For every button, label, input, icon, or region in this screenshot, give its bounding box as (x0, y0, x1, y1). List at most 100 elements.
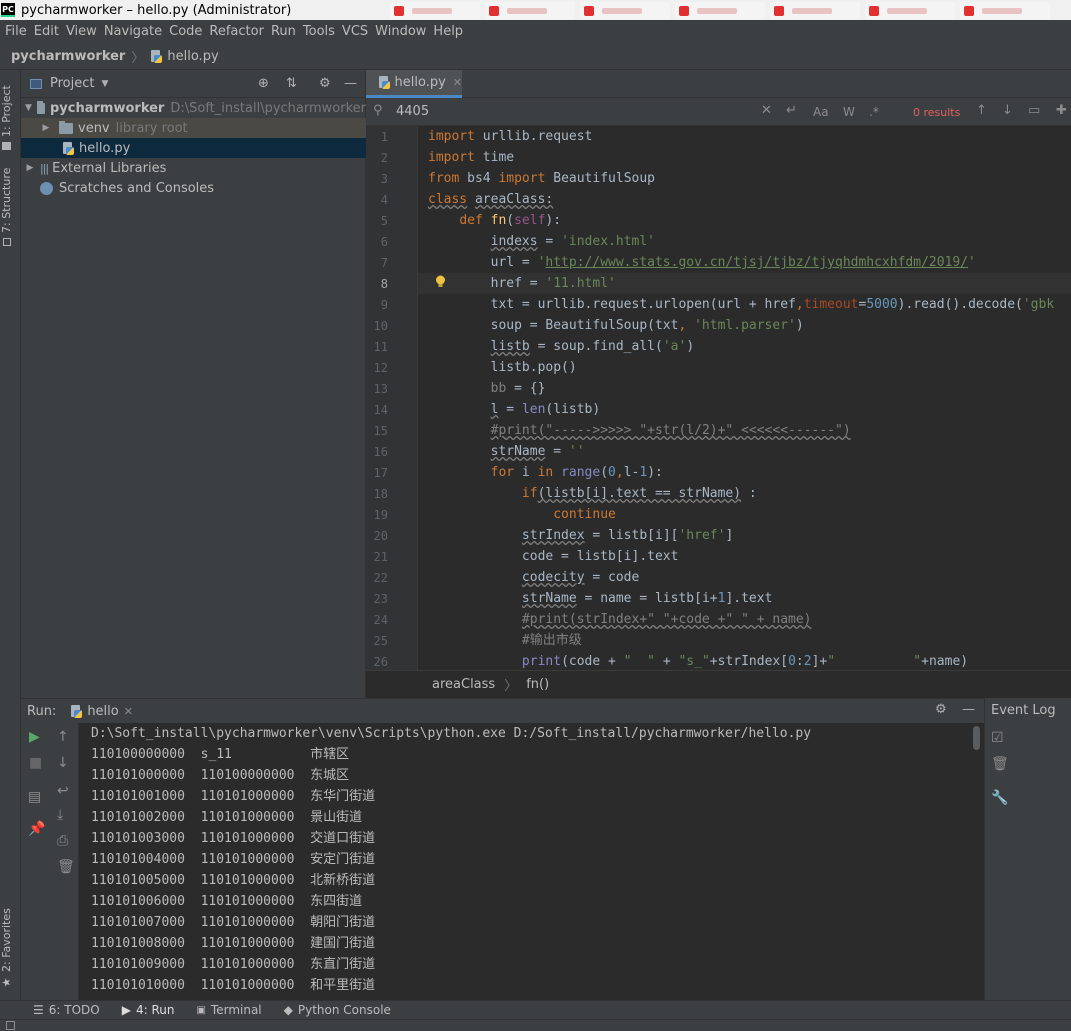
status-bar (0, 1019, 1071, 1031)
code-line: for i in range(0,l-1): (490, 465, 663, 480)
breadcrumb-file[interactable]: hello.py (167, 49, 218, 64)
tree-item-venv[interactable]: ▶ venv library root (21, 118, 366, 138)
background-window-tab[interactable] (390, 2, 480, 19)
mark-all-read-icon[interactable]: ☑ (991, 730, 1004, 746)
python-file-icon (62, 141, 75, 155)
locate-target-icon[interactable]: ⊕ (258, 76, 269, 91)
next-occurrence-icon[interactable]: ↓ (1002, 103, 1013, 118)
menu-view[interactable]: View (66, 24, 97, 39)
console-line: 110101001000 110101000000 东华门街道 (91, 789, 376, 804)
background-window-tab[interactable] (960, 2, 1050, 19)
background-window-tab[interactable] (675, 2, 765, 19)
tab-project[interactable]: 1: Project (0, 78, 21, 158)
tab-run[interactable]: ▶ 4: Run (122, 1003, 175, 1017)
rerun-icon[interactable]: ▶ (29, 729, 40, 745)
console-line: 110101004000 110101000000 安定门街道 (91, 852, 376, 867)
match-case-toggle[interactable]: Aa (813, 105, 829, 119)
regex-toggle[interactable]: .* (869, 105, 879, 119)
tab-terminal[interactable]: ▣ Terminal (196, 1003, 261, 1017)
collapse-all-icon[interactable]: ⇅ (286, 76, 297, 91)
tab-structure[interactable]: 7: Structure (0, 166, 21, 248)
project-view-icon (30, 78, 42, 89)
toggle-tool-windows-icon[interactable] (6, 1021, 15, 1030)
background-window-tab[interactable] (770, 2, 860, 19)
new-line-icon[interactable]: ↵ (786, 103, 797, 118)
tree-item-external-libraries[interactable]: ▶ ||| External Libraries (21, 158, 366, 178)
scroll-to-end-icon[interactable]: ⤓ (57, 807, 63, 823)
select-all-occurrences-icon[interactable]: ▭ (1028, 103, 1040, 118)
wrench-icon[interactable]: 🔧 (991, 790, 1008, 806)
menu-run[interactable]: Run (271, 24, 296, 39)
trash-icon[interactable]: 🗑 (991, 756, 1009, 772)
menu-navigate[interactable]: Navigate (104, 24, 162, 39)
folder-icon (36, 100, 45, 114)
tab-todo[interactable]: ☰ 6: TODO (33, 1003, 100, 1017)
event-log-title[interactable]: Event Log (985, 698, 1071, 718)
run-tab-hello[interactable]: hello ✕ (70, 704, 133, 719)
line-number: 5 (380, 214, 388, 228)
console-command: D:\Soft_install\pycharmworker\venv\Scrip… (91, 726, 812, 741)
search-icon[interactable]: ⚲ (373, 103, 383, 118)
chevron-right-icon: 〉 (131, 50, 145, 66)
soft-wrap-icon[interactable]: ↩ (57, 783, 69, 799)
code-editor[interactable]: import urllib.request import time from b… (418, 126, 1071, 670)
gear-icon[interactable]: ⚙ (319, 76, 331, 91)
menu-file[interactable]: File (5, 24, 27, 39)
folder-icon (2, 142, 12, 151)
add-filter-icon[interactable]: ✚ (1056, 103, 1067, 118)
tab-python-console[interactable]: ◆ Python Console (284, 1003, 391, 1017)
menu-tools[interactable]: Tools (303, 24, 335, 39)
console-line: 110101002000 110101000000 景山街道 (91, 810, 363, 825)
breadcrumb-project[interactable]: pycharmworker (11, 49, 125, 64)
code-line: #print(strIndex+" "+code +" " + name) (521, 612, 812, 627)
menu-help[interactable]: Help (433, 24, 463, 39)
structure-icon (3, 238, 11, 247)
up-arrow-icon[interactable]: ↑ (57, 729, 69, 745)
project-view-selector[interactable]: Project (50, 76, 94, 91)
code-line: listb = soup.find_all('a') (490, 339, 695, 354)
gear-icon[interactable]: ⚙ (935, 702, 947, 717)
tab-favorites[interactable]: ★2: Favorites (0, 905, 21, 993)
layout-icon[interactable]: ▤ (28, 789, 41, 805)
search-input[interactable]: 4405 (396, 104, 429, 119)
words-toggle[interactable]: W (843, 105, 855, 119)
pin-icon[interactable]: 📌 (28, 821, 45, 837)
down-arrow-icon[interactable]: ↓ (57, 755, 69, 771)
menu-window[interactable]: Window (375, 24, 426, 39)
collapsed-arrow-icon[interactable]: ▶ (25, 163, 35, 173)
clear-search-icon[interactable]: ✕ (761, 103, 772, 118)
code-line: indexs = 'index.html' (490, 234, 655, 249)
line-number: 6 (380, 235, 388, 249)
background-window-tab[interactable] (485, 2, 575, 19)
dropdown-arrow-icon[interactable]: ▼ (101, 79, 108, 89)
stop-icon[interactable]: ■ (29, 755, 42, 771)
line-number: 12 (373, 361, 388, 375)
minimize-icon[interactable]: — (962, 702, 975, 717)
menu-code[interactable]: Code (169, 24, 202, 39)
background-window-tab[interactable] (580, 2, 670, 19)
background-window-tab[interactable] (865, 2, 955, 19)
trash-icon[interactable]: 🗑 (57, 859, 75, 875)
previous-occurrence-icon[interactable]: ↑ (976, 103, 987, 118)
minimize-icon[interactable]: — (344, 76, 357, 91)
menu-edit[interactable]: Edit (34, 24, 59, 39)
print-icon[interactable]: ⎙ (57, 833, 68, 849)
expanded-arrow-icon[interactable]: ▼ (25, 103, 32, 113)
left-tool-stripe: 1: Project 7: Structure ★2: Favorites (0, 70, 21, 1000)
breadcrumb-function[interactable]: fn() (526, 677, 549, 692)
breadcrumb-class[interactable]: areaClass (432, 677, 495, 692)
menu-refactor[interactable]: Refactor (209, 24, 264, 39)
line-number: 1 (380, 130, 388, 144)
collapsed-arrow-icon[interactable]: ▶ (41, 123, 51, 133)
tree-item-project-root[interactable]: ▼ pycharmworker D:\Soft_install\pycharmw… (21, 98, 366, 118)
tree-item-hello-py[interactable]: hello.py (21, 138, 366, 158)
close-icon[interactable]: ✕ (124, 705, 133, 718)
tab-hello-py[interactable]: hello.py ✕ (366, 70, 462, 98)
run-console[interactable]: D:\Soft_install\pycharmworker\venv\Scrip… (79, 723, 984, 1000)
close-icon[interactable]: ✕ (453, 76, 462, 89)
console-scrollbar[interactable] (973, 726, 980, 750)
tree-item-scratches[interactable]: Scratches and Consoles (21, 178, 366, 198)
line-number: 24 (373, 613, 388, 627)
line-number: 26 (373, 655, 388, 669)
menu-vcs[interactable]: VCS (342, 24, 368, 39)
